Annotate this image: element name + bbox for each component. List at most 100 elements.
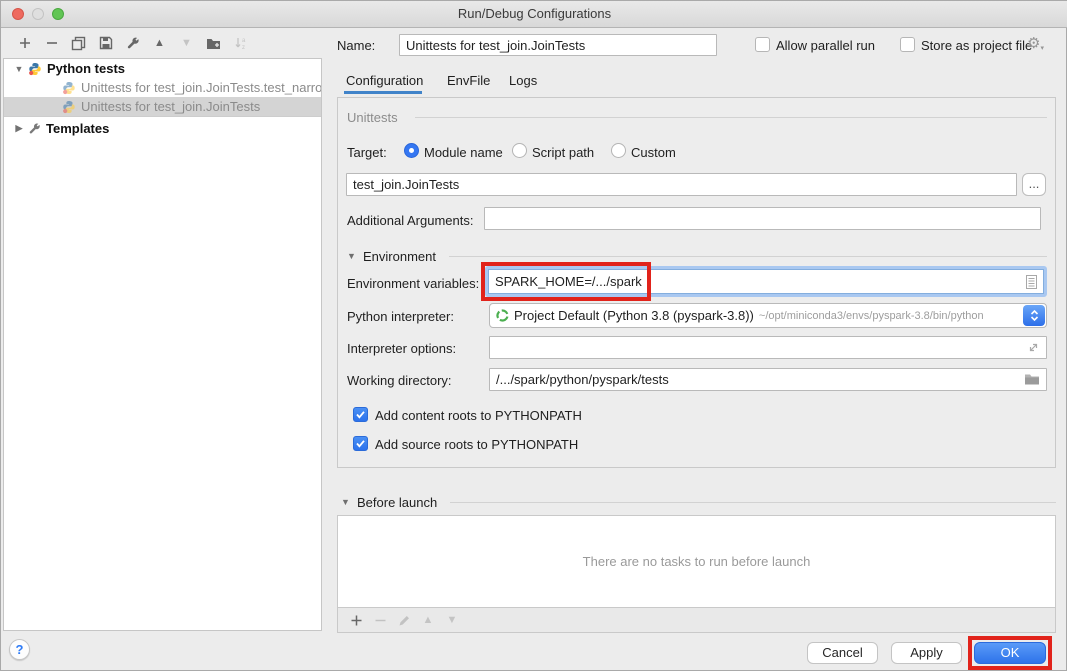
tree-separator xyxy=(4,116,321,117)
python-interpreter-select[interactable]: Project Default (Python 3.8 (pyspark-3.8… xyxy=(489,303,1047,328)
python-test-icon xyxy=(62,81,76,95)
python-interpreter-label: Python interpreter: xyxy=(347,309,454,324)
sort-az-icon: az xyxy=(234,36,248,50)
tree-item-python-tests[interactable]: ▼ Python tests xyxy=(4,59,321,78)
chevron-down-icon[interactable]: ▼ xyxy=(12,64,26,74)
allow-parallel-run-label[interactable]: Allow parallel run xyxy=(776,38,875,53)
zoom-window-button[interactable] xyxy=(52,8,64,20)
edit-task-icon[interactable] xyxy=(392,609,416,631)
configurations-toolbar: ▲ ▼ az xyxy=(11,32,254,54)
environment-variables-field[interactable]: SPARK_HOME=/.../spark xyxy=(485,266,1047,297)
working-directory-input[interactable] xyxy=(489,368,1047,391)
ok-button[interactable]: OK xyxy=(974,642,1046,664)
before-launch-tasks-panel: There are no tasks to run before launch xyxy=(337,515,1056,608)
wrench-icon xyxy=(126,36,140,50)
python-test-icon xyxy=(62,100,76,114)
cancel-button[interactable]: Cancel xyxy=(807,642,878,664)
expand-field-icon[interactable] xyxy=(1027,341,1040,354)
save-icon xyxy=(99,36,113,50)
environment-variables-value: SPARK_HOME=/.../spark xyxy=(495,274,1026,289)
help-button[interactable]: ? xyxy=(9,639,30,660)
python-interpreter-value: Project Default (Python 3.8 (pyspark-3.8… xyxy=(514,308,754,323)
tree-item-templates[interactable]: ▶ Templates xyxy=(4,119,321,138)
move-task-up-icon[interactable]: ▲ xyxy=(416,609,440,631)
save-configuration-icon[interactable] xyxy=(92,32,119,54)
templates-wrench-icon xyxy=(28,122,41,135)
tab-envfile[interactable]: EnvFile xyxy=(447,73,490,88)
add-configuration-icon[interactable] xyxy=(11,32,38,54)
allow-parallel-run-checkbox[interactable] xyxy=(755,37,770,52)
target-input[interactable] xyxy=(346,173,1017,196)
before-launch-toolbar: ▲ ▼ xyxy=(337,607,1056,633)
additional-arguments-label: Additional Arguments: xyxy=(347,213,473,228)
sort-configurations-icon[interactable]: az xyxy=(227,32,254,54)
title-bar: Run/Debug Configurations xyxy=(1,1,1067,28)
store-as-project-file-label[interactable]: Store as project file xyxy=(921,38,1032,53)
folder-plus-icon xyxy=(206,37,221,50)
environment-divider xyxy=(449,256,1047,257)
add-task-icon[interactable] xyxy=(344,609,368,631)
tree-item-label: Templates xyxy=(46,121,109,136)
configurations-tree: ▼ Python tests Unittests for test_join.J… xyxy=(3,58,322,631)
unittests-group-label: Unittests xyxy=(347,110,398,125)
interpreter-options-input[interactable] xyxy=(489,336,1047,359)
before-launch-divider xyxy=(450,502,1056,503)
move-down-icon[interactable]: ▼ xyxy=(173,32,200,54)
minimize-window-button[interactable] xyxy=(32,8,44,20)
apply-button[interactable]: Apply xyxy=(891,642,962,664)
tab-logs[interactable]: Logs xyxy=(509,73,537,88)
working-directory-label: Working directory: xyxy=(347,373,452,388)
close-window-button[interactable] xyxy=(12,8,24,20)
environment-collapse-icon[interactable]: ▼ xyxy=(347,251,356,261)
chevron-right-icon[interactable]: ▶ xyxy=(12,123,26,134)
target-module-name-label[interactable]: Module name xyxy=(424,145,503,160)
python-interpreter-path: ~/opt/miniconda3/envs/pyspark-3.8/bin/py… xyxy=(759,310,984,322)
browse-button[interactable]: ... xyxy=(1022,173,1046,196)
add-source-roots-label[interactable]: Add source roots to PYTHONPATH xyxy=(375,437,578,452)
browse-variables-icon[interactable] xyxy=(1026,275,1037,289)
name-input[interactable] xyxy=(399,34,717,56)
window-title: Run/Debug Configurations xyxy=(1,1,1067,27)
name-label: Name: xyxy=(337,38,375,53)
python-tests-icon xyxy=(28,62,42,76)
edit-templates-icon[interactable] xyxy=(119,32,146,54)
folder-icon[interactable] xyxy=(1024,373,1040,386)
tree-item-label: Python tests xyxy=(47,61,125,76)
remove-task-icon[interactable] xyxy=(368,609,392,631)
tree-item-unittest-jointests[interactable]: Unittests for test_join.JoinTests xyxy=(4,97,321,116)
copy-configuration-icon[interactable] xyxy=(65,32,92,54)
remove-configuration-icon[interactable] xyxy=(38,32,65,54)
store-as-project-file-checkbox[interactable] xyxy=(900,37,915,52)
target-label: Target: xyxy=(347,145,387,160)
target-module-name-radio[interactable] xyxy=(404,143,419,158)
add-content-roots-checkbox[interactable] xyxy=(353,407,368,422)
environment-variables-label: Environment variables: xyxy=(347,276,479,291)
target-script-path-label[interactable]: Script path xyxy=(532,145,594,160)
target-custom-label[interactable]: Custom xyxy=(631,145,676,160)
environment-section-label: Environment xyxy=(363,249,436,264)
store-settings-gear-icon[interactable]: ⚙▾ xyxy=(1027,34,1044,52)
tree-item-label: Unittests for test_join.JoinTests xyxy=(81,99,260,114)
svg-text:a: a xyxy=(242,38,246,44)
active-tab-underline xyxy=(344,91,422,94)
new-folder-icon[interactable] xyxy=(200,32,227,54)
additional-arguments-input[interactable] xyxy=(484,207,1041,230)
add-source-roots-checkbox[interactable] xyxy=(353,436,368,451)
target-script-path-radio[interactable] xyxy=(512,143,527,158)
plus-icon xyxy=(18,36,32,50)
move-up-icon[interactable]: ▲ xyxy=(146,32,173,54)
checkmark-icon xyxy=(355,409,366,420)
tree-item-unittest-narrow[interactable]: Unittests for test_join.JoinTests.test_n… xyxy=(4,78,321,97)
target-custom-radio[interactable] xyxy=(611,143,626,158)
select-chevrons-icon[interactable] xyxy=(1023,305,1045,326)
before-launch-label: Before launch xyxy=(357,495,437,510)
before-launch-collapse-icon[interactable]: ▼ xyxy=(341,497,350,507)
interpreter-options-label: Interpreter options: xyxy=(347,341,456,356)
move-task-down-icon[interactable]: ▼ xyxy=(440,609,464,631)
tree-item-label: Unittests for test_join.JoinTests.test_n… xyxy=(81,80,321,95)
no-tasks-text: There are no tasks to run before launch xyxy=(583,554,811,569)
add-content-roots-label[interactable]: Add content roots to PYTHONPATH xyxy=(375,408,582,423)
checkmark-icon xyxy=(355,438,366,449)
tab-configuration[interactable]: Configuration xyxy=(346,73,423,88)
minus-icon xyxy=(45,36,59,50)
